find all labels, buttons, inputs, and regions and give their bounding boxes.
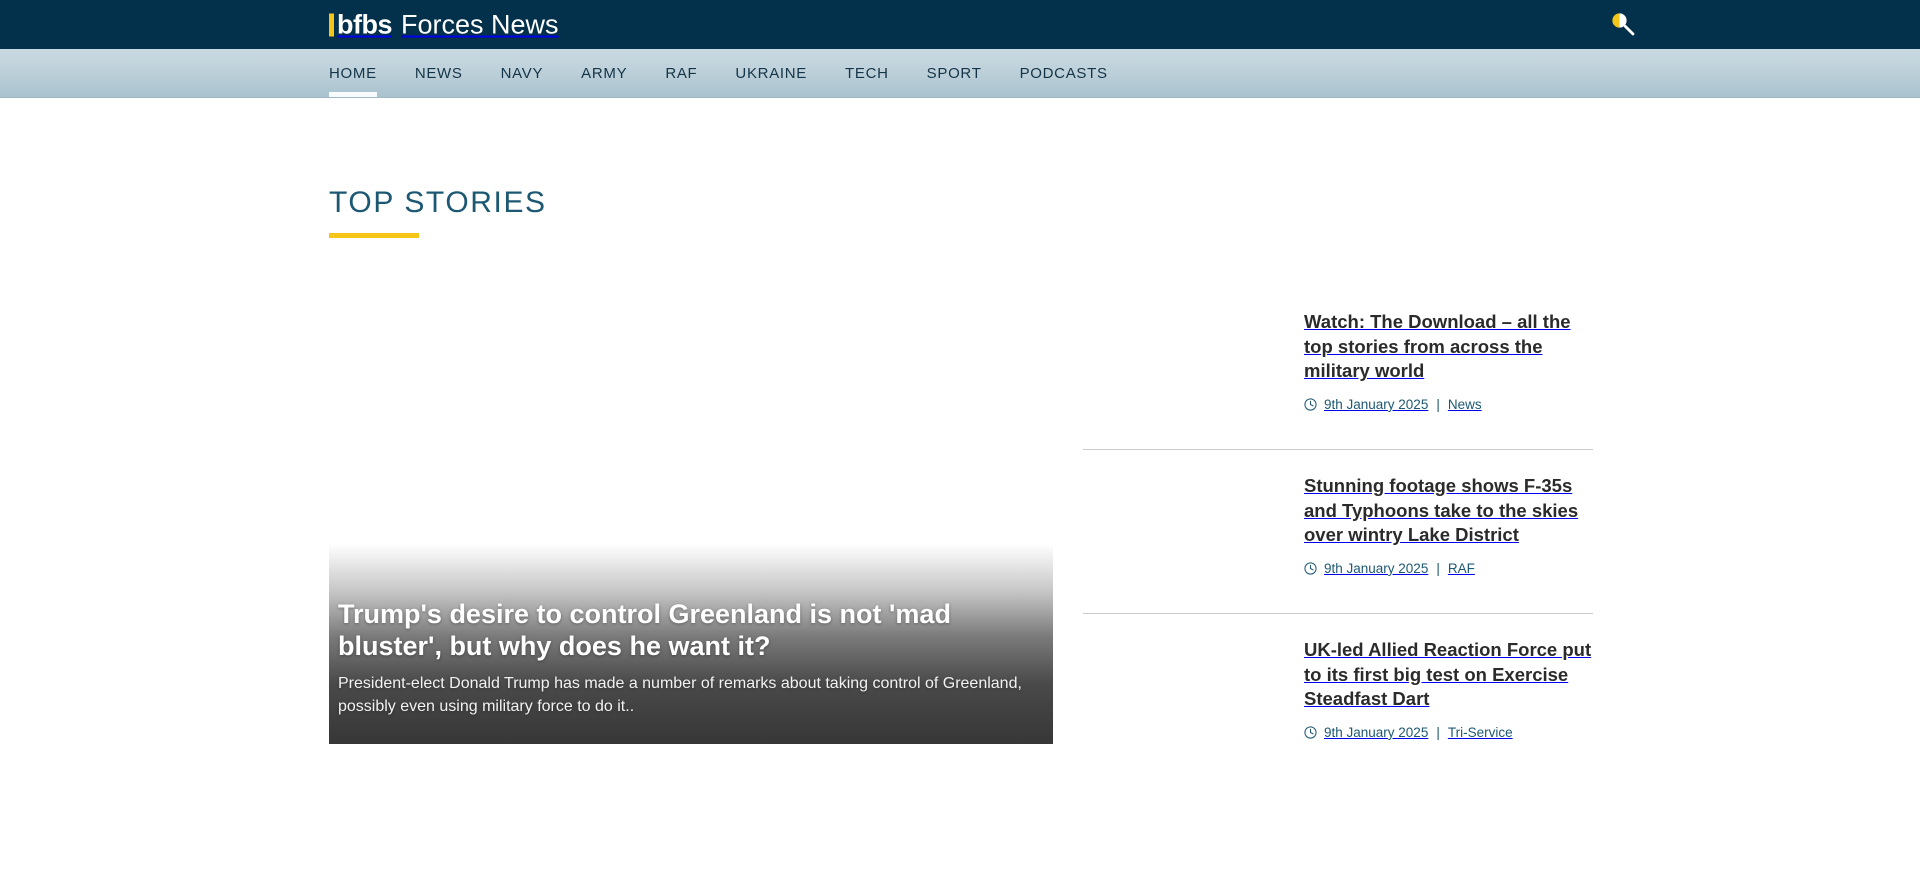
nav-item-label: RAF	[665, 64, 698, 82]
story-meta: 9th January 2025 | Tri-Service	[1304, 725, 1593, 740]
list-item[interactable]: UK-led Allied Reaction Force put to its …	[1083, 614, 1593, 777]
secondary-stories-grid: Covert sabotage masked by plausible deni…	[329, 758, 1593, 888]
thumbnail-image	[1083, 638, 1288, 753]
story-card[interactable]: Covert sabotage masked by plausible deni…	[329, 758, 628, 888]
nav-item-tech[interactable]: TECH	[845, 49, 889, 97]
nav-item-sport[interactable]: SPORT	[927, 49, 982, 97]
nav-item-label: NEWS	[414, 64, 463, 82]
nav-item-label: HOME	[329, 64, 377, 82]
logo-accent-bar	[329, 13, 334, 36]
top-stories-side-list: Watch: The Download – all the top storie…	[1083, 294, 1593, 777]
clock-icon	[1304, 562, 1317, 575]
nav-item-label: PODCASTS	[1019, 64, 1108, 82]
story-category[interactable]: Tri-Service	[1448, 725, 1513, 740]
logo-name-text: Forces News	[401, 9, 559, 39]
nav-item-home[interactable]: HOME	[329, 49, 377, 97]
story-headline: Stunning footage shows F-35s and Typhoon…	[1304, 475, 1579, 546]
nav-item-label: NAVY	[500, 64, 544, 82]
hero-headline: Trump's desire to control Greenland is n…	[338, 598, 951, 661]
story-category[interactable]: RAF	[1448, 561, 1475, 576]
clock-icon	[1304, 398, 1317, 411]
nav-item-raf[interactable]: RAF	[665, 49, 697, 97]
story-category[interactable]: News	[1448, 397, 1482, 412]
clock-icon	[1304, 726, 1317, 739]
list-item-body: Stunning footage shows F-35s and Typhoon…	[1304, 474, 1593, 589]
nav-item-navy[interactable]: NAVY	[501, 49, 544, 97]
nav-item-army[interactable]: ARMY	[581, 49, 627, 97]
search-icon	[1609, 10, 1636, 40]
thumbnail-image	[1083, 474, 1288, 589]
page-content: TOP STORIES Trump's desire to control Gr…	[0, 98, 1920, 888]
card-image	[1294, 758, 1593, 888]
story-meta: 9th January 2025 | News	[1304, 397, 1593, 412]
list-item[interactable]: Stunning footage shows F-35s and Typhoon…	[1083, 450, 1593, 614]
nav-item-podcasts[interactable]: PODCASTS	[1020, 49, 1108, 97]
meta-separator: |	[1436, 724, 1440, 740]
nav-item-label: ARMY	[581, 64, 628, 82]
story-card[interactable]: Freezing weather forces postponement of …	[1294, 758, 1593, 888]
story-date: 9th January 2025	[1324, 396, 1429, 412]
page-title: TOP STORIES	[329, 186, 547, 219]
hero-text-block: Trump's desire to control Greenland is n…	[338, 598, 1035, 718]
search-button[interactable]	[1606, 9, 1638, 41]
nav-item-news[interactable]: NEWS	[415, 49, 463, 97]
nav-items-container: HOME NEWS NAVY ARMY RAF UKRAINE TECH SPO…	[329, 49, 1108, 97]
card-image	[972, 758, 1272, 888]
meta-separator: |	[1436, 560, 1440, 576]
nav-item-ukraine[interactable]: UKRAINE	[735, 49, 807, 97]
list-item-body: UK-led Allied Reaction Force put to its …	[1304, 638, 1593, 753]
logo-mark-text: bfbs	[337, 9, 393, 39]
card-image	[650, 758, 950, 888]
story-date: 9th January 2025	[1324, 560, 1429, 576]
main-navigation-bar: HOME NEWS NAVY ARMY RAF UKRAINE TECH SPO…	[0, 49, 1920, 98]
meta-separator: |	[1436, 396, 1440, 412]
hero-summary: President-elect Donald Trump has made a …	[338, 674, 1022, 715]
card-image	[329, 758, 628, 888]
top-stories-section-header: TOP STORIES	[329, 186, 547, 238]
nav-item-label: UKRAINE	[735, 64, 808, 82]
title-underline-rule	[329, 233, 419, 238]
list-item[interactable]: Watch: The Download – all the top storie…	[1083, 294, 1593, 450]
story-date: 9th January 2025	[1324, 724, 1429, 740]
story-card[interactable]: On-the-job injuries on the rise for Arme…	[650, 758, 950, 888]
hero-story-card[interactable]: Trump's desire to control Greenland is n…	[329, 294, 1053, 744]
nav-item-label: SPORT	[926, 64, 982, 82]
thumbnail-image	[1083, 310, 1288, 425]
story-meta: 9th January 2025 | RAF	[1304, 561, 1593, 576]
story-headline: Watch: The Download – all the top storie…	[1304, 311, 1571, 382]
story-headline: UK-led Allied Reaction Force put to its …	[1304, 639, 1592, 710]
nav-item-label: TECH	[845, 64, 889, 82]
top-header-bar: bfbs Forces News	[0, 0, 1920, 49]
list-item-body: Watch: The Download – all the top storie…	[1304, 310, 1593, 425]
story-card[interactable]: Army veteran thanks community for suppor…	[972, 758, 1272, 888]
site-logo[interactable]: bfbs Forces News	[329, 11, 559, 38]
